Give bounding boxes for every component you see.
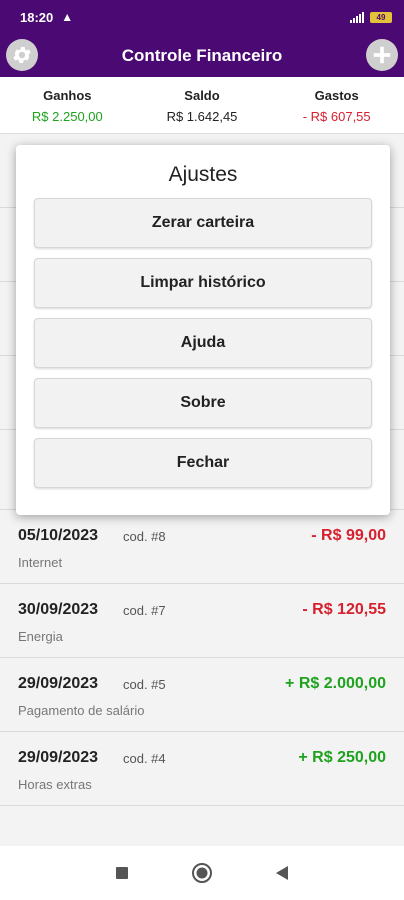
gear-icon <box>13 47 31 63</box>
about-button[interactable]: Sobre <box>34 378 372 428</box>
recents-icon[interactable] <box>115 866 129 880</box>
signal-icon <box>350 11 364 23</box>
home-icon[interactable] <box>191 862 213 884</box>
transaction-date: 05/10/2023 <box>18 527 99 544</box>
expenses-label: Gastos <box>314 88 359 103</box>
transaction-amount: + R$ 2.000,00 <box>285 675 386 692</box>
transaction-amount: - R$ 120,55 <box>302 601 386 618</box>
settings-button[interactable] <box>6 39 38 71</box>
transaction-date: 30/09/2023 <box>18 601 99 618</box>
status-bar: 18:20 ▲ 49 <box>0 0 404 34</box>
transaction-description: Internet <box>18 555 63 570</box>
transaction-code: cod. #7 <box>123 603 166 618</box>
list-item[interactable]: 29/09/2023 cod. #4 Horas extras + R$ 250… <box>0 732 404 806</box>
system-nav-bar <box>0 846 404 900</box>
transaction-amount: + R$ 250,00 <box>298 749 386 766</box>
list-item[interactable]: 29/09/2023 cod. #5 Pagamento de salário … <box>0 658 404 732</box>
transaction-date: 29/09/2023 <box>18 675 99 692</box>
transaction-code: cod. #4 <box>123 751 166 766</box>
transaction-code: cod. #8 <box>123 529 166 544</box>
income-summary: Ganhos R$ 2.250,00 <box>0 77 135 133</box>
back-icon[interactable] <box>275 865 289 881</box>
warning-icon: ▲ <box>61 10 74 24</box>
expenses-value: - R$ 607,55 <box>302 109 371 124</box>
status-right: 49 <box>350 11 392 23</box>
close-button[interactable]: Fechar <box>34 438 372 488</box>
income-value: R$ 2.250,00 <box>31 109 103 124</box>
transaction-code: cod. #5 <box>123 677 166 692</box>
transaction-description: Energia <box>18 629 63 644</box>
balance-label: Saldo <box>184 88 220 103</box>
transaction-amount: - R$ 99,00 <box>311 527 386 544</box>
add-transaction-button[interactable] <box>366 39 398 71</box>
settings-dialog: Ajustes Zerar carteira Limpar histórico … <box>16 145 390 515</box>
income-label: Ganhos <box>43 88 92 103</box>
summary-bar: Ganhos R$ 2.250,00 Saldo R$ 1.642,45 Gas… <box>0 77 404 134</box>
transaction-date: 29/09/2023 <box>18 749 99 766</box>
app-bar: Controle Financeiro <box>0 34 404 77</box>
list-item[interactable]: 05/10/2023 cod. #8 Internet - R$ 99,00 <box>0 510 404 584</box>
clear-history-button[interactable]: Limpar histórico <box>34 258 372 308</box>
expenses-summary: Gastos - R$ 607,55 <box>269 77 404 133</box>
list-item[interactable]: 30/09/2023 cod. #7 Energia - R$ 120,55 <box>0 584 404 658</box>
balance-summary: Saldo R$ 1.642,45 <box>135 77 270 133</box>
help-button[interactable]: Ajuda <box>34 318 372 368</box>
status-time: 18:20 <box>20 9 54 25</box>
transaction-description: Pagamento de salário <box>18 703 145 718</box>
balance-value: R$ 1.642,45 <box>166 109 238 124</box>
transaction-description: Horas extras <box>18 777 92 792</box>
dialog-title: Ajustes <box>168 163 238 186</box>
reset-wallet-button[interactable]: Zerar carteira <box>34 198 372 248</box>
battery-icon: 49 <box>370 11 392 23</box>
plus-circle-icon <box>373 46 391 64</box>
page-title: Controle Financeiro <box>121 45 283 65</box>
